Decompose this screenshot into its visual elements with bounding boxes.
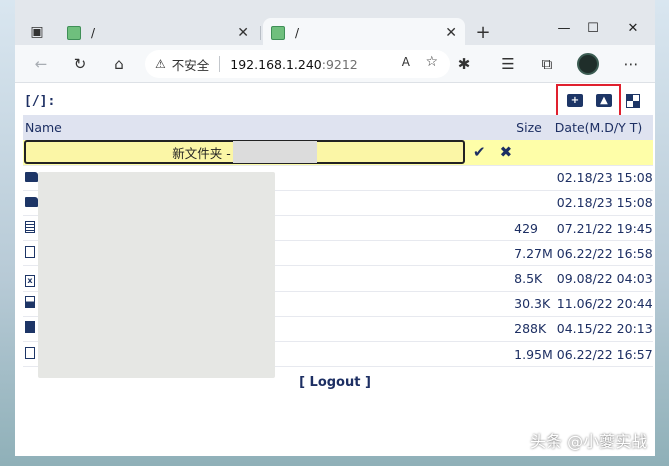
- security-label[interactable]: 不安全: [172, 55, 210, 74]
- folder-icon: [25, 172, 38, 183]
- column-size[interactable]: Size: [512, 115, 553, 140]
- folder-icon: [25, 197, 38, 208]
- back-icon[interactable]: ←: [29, 52, 53, 76]
- new-folder-row: 新文件夹 - ✔ ✖: [23, 140, 653, 166]
- cancel-button[interactable]: ✖: [500, 143, 513, 161]
- excel-file-icon: x: [25, 274, 35, 287]
- site-favicon-icon: [67, 26, 81, 40]
- file-icon: [25, 245, 35, 258]
- file-icon: [25, 346, 35, 359]
- new-folder-name-value: 新文件夹 -: [172, 145, 231, 161]
- file-size: 8.5K: [512, 265, 553, 292]
- tab-strip: ▣ / ✕ / ✕ + — ☐ ✕: [15, 0, 655, 48]
- file-date: 09.08/22 04:03: [552, 265, 653, 292]
- new-tab-button[interactable]: +: [471, 20, 495, 44]
- home-icon[interactable]: ⌂: [107, 52, 131, 76]
- more-icon[interactable]: ⋯: [619, 52, 643, 76]
- file-size: [512, 190, 553, 217]
- redacted-text: [232, 141, 317, 164]
- file-date: 02.18/23 15:08: [552, 190, 653, 217]
- watermark: 头条 @小夔实战: [530, 432, 648, 451]
- column-name[interactable]: Name: [23, 115, 513, 140]
- file-size: 429: [512, 215, 553, 242]
- file-size: 30.3K: [512, 291, 553, 317]
- tab-2[interactable]: / ✕: [263, 18, 465, 48]
- profile-avatar[interactable]: [577, 53, 599, 75]
- confirm-button[interactable]: ✔: [473, 143, 486, 161]
- file-date: 04.15/22 20:13: [552, 316, 653, 343]
- file-date: 11.06/22 20:44: [552, 291, 653, 317]
- site-favicon-icon: [271, 26, 285, 40]
- add-favorite-icon[interactable]: ☆: [425, 54, 438, 70]
- image-file-icon: [25, 296, 35, 309]
- new-folder-name-input[interactable]: 新文件夹 -: [24, 140, 465, 165]
- file-date: 06.22/22 16:57: [552, 341, 653, 368]
- extensions-icon[interactable]: ✱: [452, 52, 476, 76]
- current-path: [/]:: [24, 94, 56, 109]
- file-date: 07.21/22 19:45: [552, 215, 653, 242]
- minimize-icon[interactable]: —: [549, 16, 579, 40]
- address-bar[interactable]: ⚠ 不安全 192.168.1.240:9212 A ☆: [145, 50, 450, 78]
- upload-icon[interactable]: ▲: [596, 94, 612, 107]
- address-host: 192.168.1.240: [230, 56, 322, 72]
- file-date: 02.18/23 15:08: [552, 165, 653, 191]
- tab-1[interactable]: / ✕: [59, 18, 257, 48]
- file-date: 06.22/22 16:58: [552, 240, 653, 267]
- file-size: [512, 165, 553, 191]
- select-all-icon[interactable]: [626, 94, 640, 108]
- window-close-icon[interactable]: ✕: [618, 16, 648, 40]
- terminal-file-icon: [25, 321, 35, 334]
- tab-actions-icon[interactable]: ▣: [25, 20, 49, 44]
- new-folder-icon[interactable]: +: [567, 94, 583, 107]
- favorites-icon[interactable]: ☰: [496, 52, 520, 76]
- redacted-file-names: [38, 172, 275, 378]
- read-aloud-icon[interactable]: A: [402, 55, 410, 69]
- table-header: Name Size Date(M.D/Y T): [23, 115, 653, 140]
- file-browser-page: [/]: + ▲ Name Size Date(M.D/Y T) 新文件夹 -: [15, 84, 655, 456]
- file-size: 1.95M: [512, 341, 553, 368]
- tab-separator: [260, 26, 261, 40]
- tab-title: /: [295, 26, 300, 40]
- refresh-icon[interactable]: ↻: [68, 52, 92, 76]
- close-icon[interactable]: ✕: [445, 25, 457, 41]
- address-port: :9212: [321, 56, 358, 72]
- warning-icon[interactable]: ⚠: [155, 57, 166, 71]
- browser-toolbar: ← ↻ ⌂ ⚠ 不安全 192.168.1.240:9212 A ☆ ✱ ☰ ⧉…: [15, 45, 655, 83]
- browser-window: ▣ / ✕ / ✕ + — ☐ ✕ ← ↻ ⌂ ⚠ 不安全 192.168.1.…: [15, 0, 655, 456]
- collections-icon[interactable]: ⧉: [535, 52, 559, 76]
- logout-link[interactable]: [ Logout ]: [15, 375, 655, 390]
- text-file-icon: [25, 220, 35, 233]
- maximize-icon[interactable]: ☐: [578, 16, 608, 40]
- file-size: 7.27M: [512, 240, 553, 267]
- tab-title: /: [91, 26, 96, 40]
- close-icon[interactable]: ✕: [237, 25, 249, 41]
- file-size: 288K: [512, 316, 553, 343]
- column-date[interactable]: Date(M.D/Y T): [552, 115, 653, 140]
- address-divider: [219, 56, 221, 72]
